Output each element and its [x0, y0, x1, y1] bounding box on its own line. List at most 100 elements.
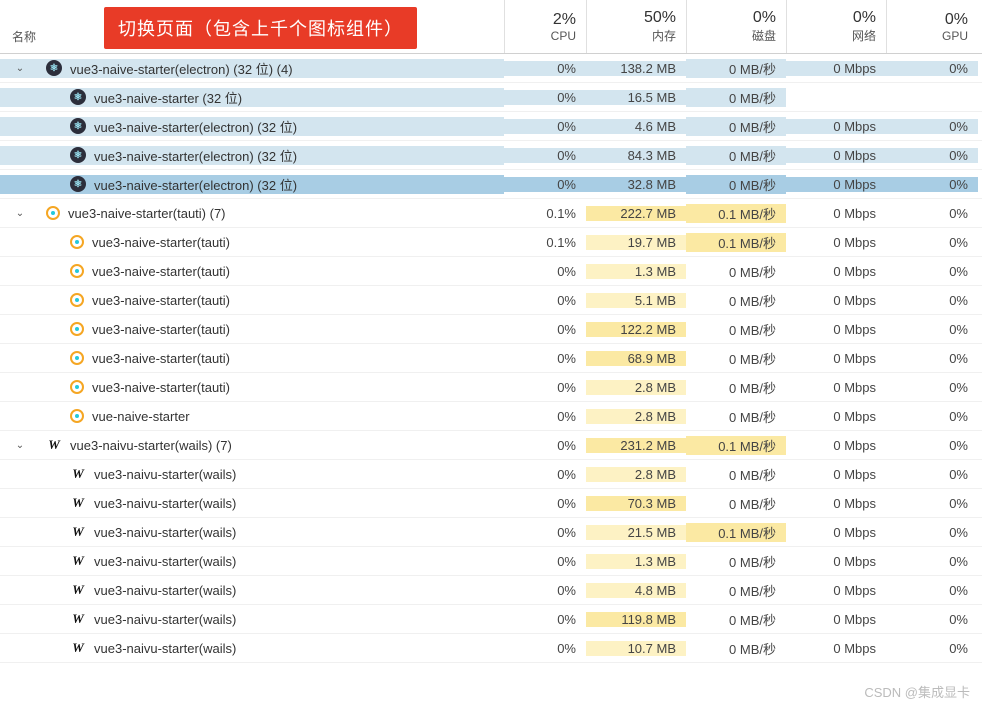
process-name: vue3-naivu-starter(wails) [94, 496, 236, 511]
process-name: vue3-naive-starter(tauti) [92, 322, 230, 337]
column-header-network[interactable]: 0% 网络 [786, 0, 886, 53]
disk-value: 0 MB/秒 [686, 407, 786, 426]
disk-value: 0 MB/秒 [686, 552, 786, 571]
process-child-row[interactable]: Wvue3-naivu-starter(wails)0%119.8 MB0 MB… [0, 605, 982, 634]
process-name: vue3-naivu-starter(wails) [94, 554, 236, 569]
memory-value: 231.2 MB [586, 438, 686, 453]
column-header-name[interactable]: 名称 切换页面（包含上千个图标组件） [0, 0, 504, 53]
process-child-row[interactable]: ⚛vue3-naive-starter(electron) (32 位)0%32… [0, 170, 982, 199]
disk-value: 0 MB/秒 [686, 175, 786, 194]
process-child-row[interactable]: Wvue3-naivu-starter(wails)0%10.7 MB0 MB/… [0, 634, 982, 663]
gpu-value: 0% [886, 554, 978, 569]
process-name: vue3-naive-starter(electron) (32 位) [94, 146, 297, 165]
network-value: 0 Mbps [786, 409, 886, 424]
network-value: 0 Mbps [786, 177, 886, 192]
disk-value: 0 MB/秒 [686, 146, 786, 165]
task-manager-view: 名称 切换页面（包含上千个图标组件） 2% CPU 50% 内存 0% 磁盘 0… [0, 0, 982, 663]
memory-value: 119.8 MB [586, 612, 686, 627]
network-value: 0 Mbps [786, 235, 886, 250]
process-child-row[interactable]: vue3-naive-starter(tauti)0%68.9 MB0 MB/秒… [0, 344, 982, 373]
network-value: 0 Mbps [786, 148, 886, 163]
cpu-value: 0% [504, 380, 586, 395]
cpu-value: 0% [504, 90, 586, 105]
disk-value: 0 MB/秒 [686, 59, 786, 78]
process-child-row[interactable]: Wvue3-naivu-starter(wails)0%4.8 MB0 MB/秒… [0, 576, 982, 605]
process-child-row[interactable]: vue3-naive-starter(tauti)0.1%19.7 MB0.1 … [0, 228, 982, 257]
wails-icon: W [70, 611, 86, 627]
network-value: 0 Mbps [786, 612, 886, 627]
name-cell: ⚛vue3-naive-starter(electron) (32 位) [0, 146, 504, 165]
name-cell: Wvue3-naivu-starter(wails) [0, 466, 504, 482]
network-value: 0 Mbps [786, 496, 886, 511]
tauti-icon [70, 322, 84, 336]
cpu-percent: 2% [553, 11, 576, 29]
memory-value: 10.7 MB [586, 641, 686, 656]
process-group-row[interactable]: ⌄ ⚛ vue3-naive-starter(electron) (32 位) (4… [0, 54, 982, 83]
name-cell: Wvue3-naivu-starter(wails) [0, 553, 504, 569]
process-child-row[interactable]: vue-naive-starter0%2.8 MB0 MB/秒0 Mbps0% [0, 402, 982, 431]
process-child-row[interactable]: ⚛vue3-naive-starter (32 位)0%16.5 MB0 MB/… [0, 83, 982, 112]
process-name: vue-naive-starter [92, 409, 190, 424]
process-group-row[interactable]: ⌄vue3-naive-starter(tauti) (7)0.1%222.7 … [0, 199, 982, 228]
network-value: 0 Mbps [786, 264, 886, 279]
disk-value: 0 MB/秒 [686, 320, 786, 339]
cpu-value: 0% [504, 438, 586, 453]
electron-icon: ⚛ [46, 60, 62, 76]
cpu-value: 0% [504, 554, 586, 569]
process-child-row[interactable]: vue3-naive-starter(tauti)0%1.3 MB0 MB/秒0… [0, 257, 982, 286]
memory-value: 19.7 MB [586, 235, 686, 250]
process-child-row[interactable]: vue3-naive-starter(tauti)0%122.2 MB0 MB/… [0, 315, 982, 344]
memory-percent: 50% [644, 9, 676, 27]
process-name: vue3-naivu-starter(wails) [94, 525, 236, 540]
wails-icon: W [70, 553, 86, 569]
gpu-value: 0% [886, 206, 978, 221]
cpu-value: 0% [504, 467, 586, 482]
cpu-value: 0% [504, 496, 586, 511]
name-cell: ⌄Wvue3-naivu-starter(wails) (7) [0, 437, 504, 453]
process-child-row[interactable]: Wvue3-naivu-starter(wails)0%70.3 MB0 MB/… [0, 489, 982, 518]
column-header-memory[interactable]: 50% 内存 [586, 0, 686, 53]
wails-icon: W [70, 640, 86, 656]
network-value: 0 Mbps [786, 554, 886, 569]
name-cell: ⚛vue3-naive-starter(electron) (32 位) [0, 175, 504, 194]
process-group-row[interactable]: ⌄Wvue3-naivu-starter(wails) (7)0%231.2 M… [0, 431, 982, 460]
network-value: 0 Mbps [786, 61, 886, 76]
process-child-row[interactable]: Wvue3-naivu-starter(wails)0%1.3 MB0 MB/秒… [0, 547, 982, 576]
process-child-row[interactable]: vue3-naive-starter(tauti)0%2.8 MB0 MB/秒0… [0, 373, 982, 402]
network-label: 网络 [852, 27, 876, 44]
chevron-down-icon[interactable]: ⌄ [14, 440, 26, 451]
process-child-row[interactable]: ⚛vue3-naive-starter(electron) (32 位)0%84… [0, 141, 982, 170]
column-header-gpu[interactable]: 0% GPU [886, 0, 978, 53]
overlay-banner: 切换页面（包含上千个图标组件） [104, 7, 417, 49]
process-list: ⌄ ⚛ vue3-naive-starter(electron) (32 位) (4… [0, 54, 982, 663]
process-name: vue3-naivu-starter(wails) [94, 583, 236, 598]
gpu-value: 0% [886, 235, 978, 250]
memory-value: 222.7 MB [586, 206, 686, 221]
wails-icon: W [70, 524, 86, 540]
cpu-label: CPU [551, 29, 576, 43]
network-value: 0 Mbps [786, 119, 886, 134]
tauti-icon [70, 409, 84, 423]
process-name: vue3-naive-starter(electron) (32 位) (4) [70, 59, 293, 78]
column-header-cpu[interactable]: 2% CPU [504, 0, 586, 53]
chevron-down-icon[interactable]: ⌄ [14, 63, 26, 74]
process-child-row[interactable]: vue3-naive-starter(tauti)0%5.1 MB0 MB/秒0… [0, 286, 982, 315]
column-header-disk[interactable]: 0% 磁盘 [686, 0, 786, 53]
process-child-row[interactable]: Wvue3-naivu-starter(wails)0%2.8 MB0 MB/秒… [0, 460, 982, 489]
tauti-icon [70, 264, 84, 278]
process-name: vue3-naivu-starter(wails) [94, 612, 236, 627]
disk-value: 0 MB/秒 [686, 581, 786, 600]
gpu-value: 0% [886, 583, 978, 598]
process-child-row[interactable]: Wvue3-naivu-starter(wails)0%21.5 MB0.1 M… [0, 518, 982, 547]
disk-label: 磁盘 [752, 27, 776, 44]
chevron-down-icon[interactable]: ⌄ [14, 208, 26, 219]
name-cell: vue3-naive-starter(tauti) [0, 264, 504, 279]
process-name: vue3-naive-starter(electron) (32 位) [94, 175, 297, 194]
name-cell: Wvue3-naivu-starter(wails) [0, 582, 504, 598]
name-cell: ⌄vue3-naive-starter(tauti) (7) [0, 206, 504, 221]
disk-value: 0 MB/秒 [686, 88, 786, 107]
memory-value: 2.8 MB [586, 409, 686, 424]
memory-value: 16.5 MB [586, 90, 686, 105]
process-child-row[interactable]: ⚛vue3-naive-starter(electron) (32 位)0%4.… [0, 112, 982, 141]
memory-value: 21.5 MB [586, 525, 686, 540]
